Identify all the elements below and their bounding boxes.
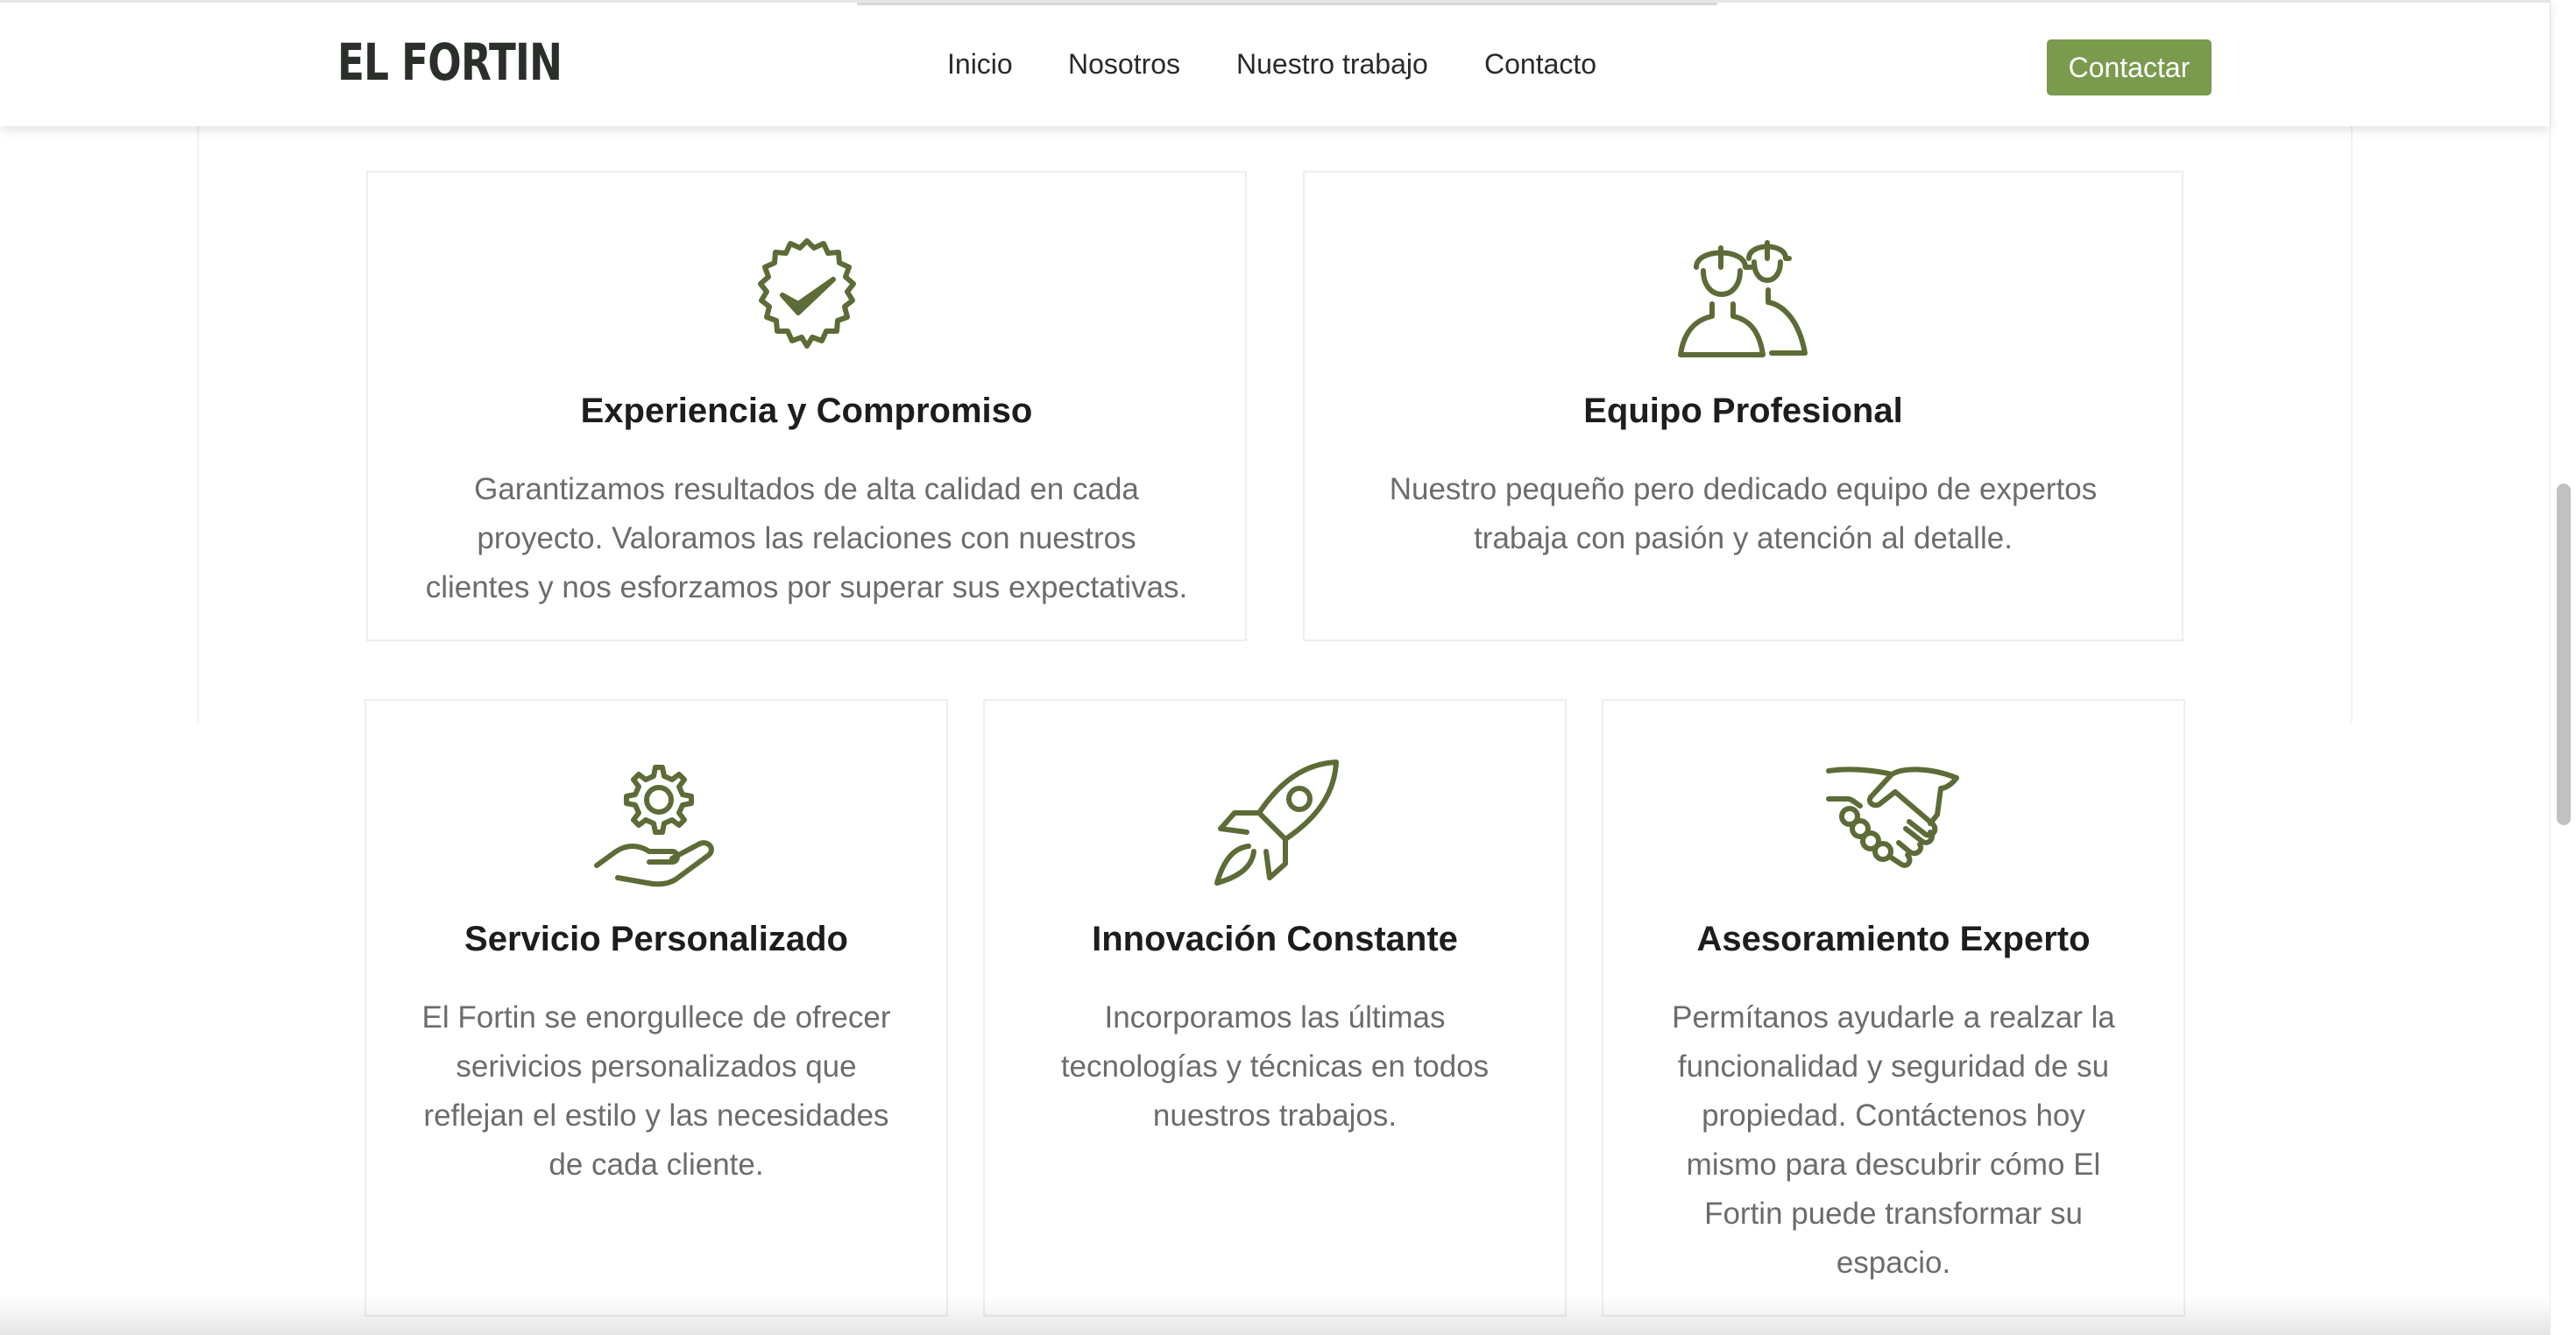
- description-line: reflejan el estilo y las necesidades: [423, 1098, 889, 1133]
- description-line: funcionalidad y seguridad de su: [1677, 1049, 2110, 1084]
- feature-description: Incorporamos las últimas tecnologías y t…: [1003, 993, 1546, 1141]
- feature-description: Garantizamos resultados de alta calidad …: [413, 465, 1201, 612]
- description-line: mismo para descubrir cómo El: [1686, 1148, 2101, 1182]
- hand-gear-icon: [594, 765, 714, 887]
- nav-item-nosotros[interactable]: Nosotros: [1068, 48, 1180, 81]
- feature-card-servicio: Servicio Personalizado El Fortin se enor…: [364, 699, 948, 1317]
- header-top-line: [857, 3, 1717, 5]
- feature-description: Nuestro pequeño pero dedicado equipo de …: [1349, 465, 2138, 563]
- description-line: proyecto. Valoramos las relaciones con n…: [477, 521, 1136, 555]
- feature-card-experiencia: Experiencia y Compromiso Garantizamos re…: [366, 171, 1247, 641]
- feature-card-innovacion: Innovación Constante Incorporamos las úl…: [983, 699, 1567, 1317]
- feature-title: Innovación Constante: [1092, 920, 1458, 958]
- description-line: nuestros trabajos.: [1152, 1098, 1398, 1133]
- description-line: espacio.: [1836, 1246, 1951, 1280]
- description-line: tecnologías y técnicas en todos: [1060, 1049, 1490, 1084]
- site-header: EL FORTIN Inicio Nosotros Nuestro trabaj…: [0, 0, 2550, 126]
- workers-helmet-icon: [1677, 240, 1808, 357]
- description-line: propiedad. Contáctenos hoy: [1702, 1098, 2085, 1133]
- nav-item-inicio[interactable]: Inicio: [947, 48, 1013, 81]
- feature-title: Servicio Personalizado: [464, 920, 848, 958]
- feature-description: Permítanos ayudarle a realzar la funcion…: [1622, 993, 2165, 1288]
- nav-item-contacto[interactable]: Contacto: [1484, 48, 1596, 81]
- description-line: trabaja con pasión y atención al detalle…: [1474, 521, 2013, 555]
- verified-badge-icon: [757, 238, 856, 349]
- feature-title: Equipo Profesional: [1583, 392, 1903, 430]
- rocket-icon: [1214, 759, 1339, 886]
- scrollbar-thumb[interactable]: [2557, 484, 2571, 825]
- description-line: Garantizamos resultados de alta calidad …: [474, 472, 1139, 506]
- feature-title: Asesoramiento Experto: [1696, 920, 2091, 958]
- feature-card-equipo: Equipo Profesional Nuestro pequeño pero …: [1303, 171, 2183, 641]
- description-line: serivicios personalizados que: [456, 1049, 857, 1084]
- description-line: El Fortin se enorgullece de ofrecer: [421, 1000, 891, 1035]
- nav-item-nuestro-trabajo[interactable]: Nuestro trabajo: [1236, 48, 1428, 81]
- window-bottom-shade: [0, 1296, 2550, 1335]
- description-line: clientes y nos esforzamos por superar su…: [425, 570, 1188, 604]
- handshake-icon: [1826, 766, 1959, 868]
- feature-title: Experiencia y Compromiso: [580, 392, 1033, 430]
- description-line: Permítanos ayudarle a realzar la: [1672, 1000, 2115, 1035]
- description-line: Incorporamos las últimas: [1104, 1000, 1446, 1035]
- description-line: Nuestro pequeño pero dedicado equipo de …: [1389, 472, 2098, 506]
- description-line: de cada cliente.: [548, 1148, 764, 1182]
- site-logo[interactable]: EL FORTIN: [337, 32, 563, 92]
- feature-description: El Fortin se enorgullece de ofrecer seri…: [385, 993, 928, 1190]
- description-line: Fortin puede transformar su: [1704, 1197, 2083, 1231]
- feature-card-asesoramiento: Asesoramiento Experto Permítanos ayudarl…: [1602, 699, 2185, 1317]
- contact-button[interactable]: Contactar: [2047, 39, 2212, 95]
